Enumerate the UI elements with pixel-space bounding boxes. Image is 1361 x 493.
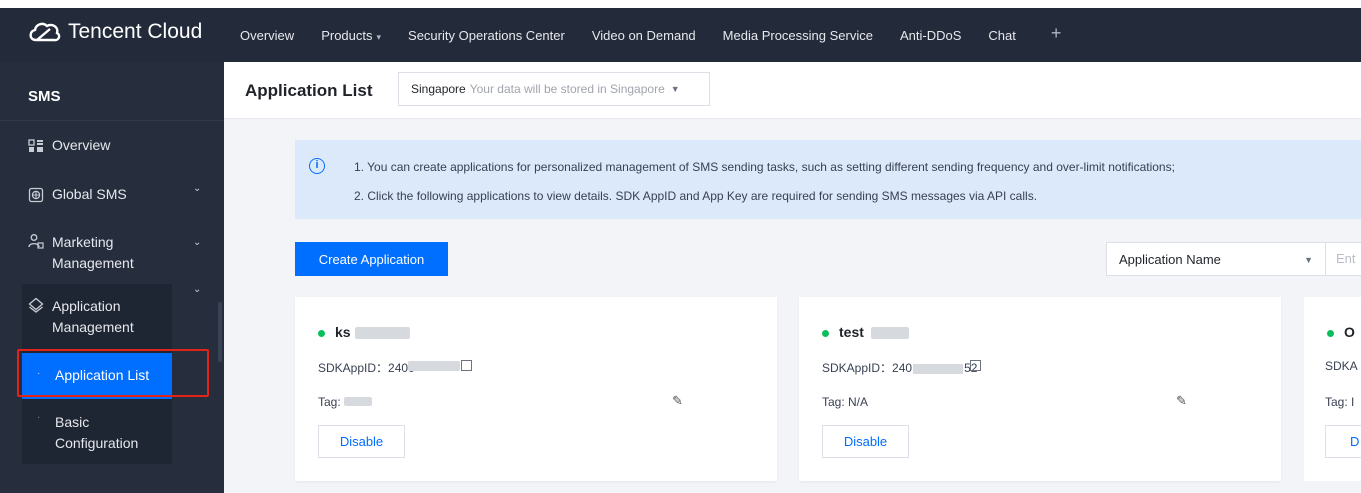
application-card[interactable]: test SDKAppID：240 52 Tag: N/A ✎ Disable: [799, 297, 1281, 481]
plus-icon[interactable]: +: [1051, 23, 1062, 44]
sidebar-item-application-management[interactable]: Application Management: [28, 296, 134, 338]
bullet-icon: ·: [37, 412, 41, 423]
copy-icon[interactable]: [970, 360, 981, 371]
application-card[interactable]: O SDKA Tag: I D: [1304, 297, 1361, 481]
brand-logo[interactable]: Tencent Cloud: [26, 20, 202, 44]
search-field-select[interactable]: Application Name ▼: [1106, 242, 1326, 276]
brand-name: Tencent Cloud: [68, 20, 203, 43]
notice-line-1: 1. You can create applications for perso…: [354, 160, 1175, 174]
edit-icon[interactable]: ✎: [1176, 393, 1187, 409]
sidebar-item-label: Global SMS: [52, 186, 127, 202]
edit-icon[interactable]: ✎: [672, 393, 683, 409]
highlight-box: [17, 349, 209, 397]
status-dot: [1327, 330, 1334, 337]
copy-icon[interactable]: [461, 360, 472, 371]
status-dot: [822, 330, 829, 337]
page-title: Application List: [245, 81, 373, 100]
sidebar-item-label-line1: Application: [52, 298, 121, 314]
sidebar-item-label: Overview: [52, 137, 111, 153]
region-value: Singapore: [411, 82, 466, 96]
nav-anti-ddos[interactable]: Anti-DDoS: [900, 28, 961, 43]
redacted-name: [355, 327, 410, 339]
disable-button[interactable]: Disable: [822, 425, 909, 458]
disable-button[interactable]: Disable: [318, 425, 405, 458]
sdk-appid: SDKAppID：2400: [318, 361, 415, 375]
tencent-cloud-logo-icon: [29, 22, 61, 42]
sidebar: SMS Overview Global SMS ⌄ Marketing Manag…: [0, 62, 224, 493]
redacted-sdk-appid: [408, 361, 460, 371]
chevron-down-icon: ▾: [376, 31, 382, 42]
grid-icon: [28, 139, 43, 152]
redacted-sdk-appid: [913, 363, 964, 374]
redacted-name: [871, 327, 909, 339]
window-top-strip: [0, 0, 1361, 8]
nav-chat[interactable]: Chat: [988, 28, 1015, 43]
status-dot: [318, 330, 325, 337]
sdk-appid-prefix: SDKAppID：240: [822, 361, 913, 375]
sidebar-item-overview[interactable]: Overview: [28, 137, 110, 154]
chevron-down-icon: ▼: [1304, 255, 1313, 265]
sidebar-item-global-sms[interactable]: Global SMS: [28, 186, 127, 203]
sidebar-divider: [0, 120, 224, 121]
sidebar-item-marketing-management[interactable]: Marketing Management: [28, 232, 134, 274]
notice-line-2: 2. Click the following applications to v…: [354, 189, 1038, 203]
sidebar-item-label-line2: Management: [52, 255, 134, 271]
sidebar-item-label-line2: Management: [52, 319, 134, 335]
sidebar-title: SMS: [28, 88, 61, 105]
chevron-down-icon[interactable]: ⌄: [193, 183, 201, 194]
page-header: Application List Singapore Your data wil…: [224, 62, 1361, 119]
nav-media-processing-service[interactable]: Media Processing Service: [723, 28, 873, 43]
chevron-down-icon[interactable]: ⌄: [193, 237, 201, 248]
app-tag: Tag: I: [1325, 395, 1355, 409]
sdk-appid: SDKA: [1325, 359, 1358, 373]
nav-products[interactable]: Products ▾: [321, 28, 381, 43]
chevron-down-icon: ▼: [670, 84, 680, 94]
sidebar-subitem-label-line1: Basic: [55, 414, 90, 430]
sidebar-item-label-line1: Marketing: [52, 234, 114, 250]
disable-button[interactable]: D: [1325, 425, 1361, 458]
top-navbar: Tencent Cloud Overview Products ▾ Securit…: [0, 0, 1361, 62]
users-icon: [28, 234, 44, 249]
layers-icon: [28, 297, 44, 313]
redacted-tag: [344, 397, 372, 406]
sdk-appid: SDKAppID：240 52: [822, 359, 977, 376]
app-tag: Tag:: [318, 395, 341, 409]
chevron-down-icon[interactable]: ⌄: [193, 284, 201, 295]
application-card[interactable]: ks SDKAppID：2400 Tag: ✎ Disable: [295, 297, 777, 481]
nav-security-operations-center[interactable]: Security Operations Center: [408, 28, 565, 43]
app-name: test: [839, 324, 864, 340]
create-application-button[interactable]: Create Application: [295, 242, 448, 276]
search-input[interactable]: Ent: [1325, 242, 1361, 276]
app-tag: Tag: N/A: [822, 395, 869, 409]
sidebar-subitem-basic-configuration[interactable]: Basic Configuration: [55, 412, 138, 454]
sidebar-item-label: Marketing Management: [52, 232, 134, 274]
region-select[interactable]: Singapore Your data will be stored in Si…: [398, 72, 710, 106]
nav-overview[interactable]: Overview: [240, 28, 294, 43]
info-notice: i 1. You can create applications for per…: [295, 140, 1361, 219]
top-nav-menu: Overview Products ▾ Security Operations C…: [240, 23, 1088, 44]
sidebar-item-label: Application Management: [52, 296, 134, 338]
sidebar-subitem-label-line2: Configuration: [55, 435, 139, 451]
app-name: ks: [335, 324, 351, 340]
filter-value: Application Name: [1119, 251, 1221, 267]
nav-products-label: Products: [321, 27, 373, 43]
nav-video-on-demand[interactable]: Video on Demand: [592, 28, 696, 43]
globe-icon: [28, 187, 44, 203]
info-icon: i: [309, 158, 325, 174]
sidebar-scrollbar[interactable]: [218, 302, 222, 362]
app-name: O: [1344, 324, 1355, 340]
region-note: Your data will be stored in Singapore: [469, 82, 665, 96]
